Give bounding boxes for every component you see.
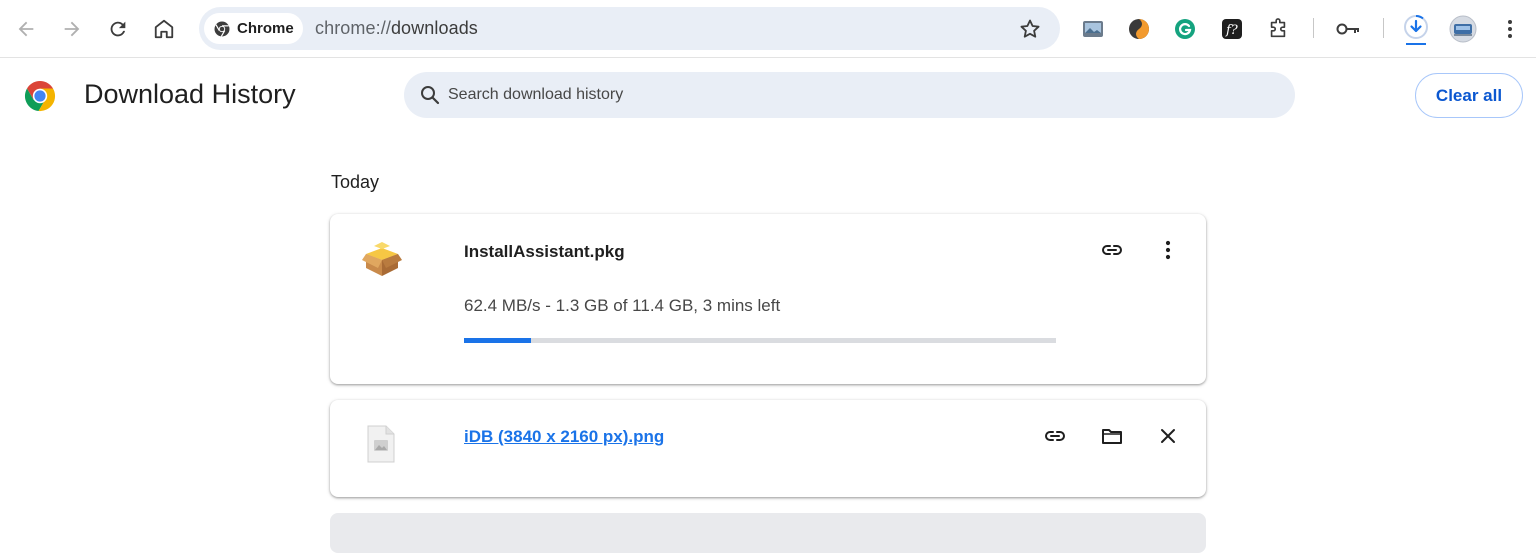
download-status: 62.4 MB/s - 1.3 GB of 11.4 GB, 3 mins le…	[464, 296, 781, 315]
address-bar[interactable]: Chrome chrome://downloads	[199, 7, 1060, 50]
package-icon	[360, 238, 404, 282]
url-text[interactable]: chrome://downloads	[315, 18, 478, 39]
search-input[interactable]	[448, 72, 1268, 118]
site-chip-label: Chrome	[237, 20, 294, 37]
download-item: iDB (3840 x 2160 px).png	[330, 400, 1206, 497]
arrow-left-icon	[18, 21, 34, 37]
extension-grammarly-button[interactable]	[1171, 15, 1199, 43]
show-in-folder-button[interactable]	[1096, 420, 1128, 452]
close-icon	[1161, 429, 1175, 443]
download-item	[330, 513, 1206, 553]
toolbar-separator	[1313, 18, 1314, 38]
home-icon	[154, 19, 174, 39]
folder-icon	[1102, 429, 1122, 444]
profile-avatar-button[interactable]	[1449, 15, 1477, 43]
date-heading: Today	[331, 172, 380, 192]
search-box[interactable]	[404, 72, 1295, 118]
file-name: InstallAssistant.pkg	[464, 242, 625, 261]
passwords-button[interactable]	[1334, 15, 1362, 43]
more-actions-button[interactable]	[1152, 234, 1184, 266]
download-progress-bar	[464, 338, 1056, 343]
star-icon	[1020, 19, 1040, 38]
s-extension-icon	[1129, 19, 1149, 39]
more-vert-icon	[1508, 20, 1512, 38]
key-icon	[1336, 23, 1359, 35]
extensions-menu-button[interactable]	[1264, 15, 1292, 43]
file-link[interactable]: iDB (3840 x 2160 px).png	[464, 427, 664, 447]
forward-button[interactable]	[56, 13, 88, 45]
chrome-menu-button[interactable]	[1496, 15, 1524, 43]
download-item: InstallAssistant.pkg 62.4 MB/s - 1.3 GB …	[330, 214, 1206, 384]
back-button[interactable]	[10, 13, 42, 45]
search-icon	[421, 86, 440, 105]
more-vert-icon	[1165, 240, 1171, 260]
puzzle-icon	[1270, 18, 1286, 38]
url-host: downloads	[390, 18, 478, 38]
downloads-button[interactable]	[1402, 14, 1430, 45]
grammarly-icon	[1175, 19, 1195, 39]
chrome-logo-icon	[24, 80, 56, 112]
remove-button[interactable]	[1152, 420, 1184, 452]
svg-text:f?: f?	[1225, 23, 1239, 38]
copy-link-button[interactable]	[1039, 420, 1071, 452]
url-scheme: chrome://	[315, 18, 391, 38]
screenshot-extension-icon	[1083, 21, 1103, 37]
chrome-icon	[214, 21, 230, 37]
arrow-right-icon	[64, 21, 80, 37]
avatar	[1449, 15, 1477, 43]
extension-s-button[interactable]	[1125, 15, 1153, 43]
download-progress-icon	[1404, 14, 1428, 45]
browser-toolbar: Chrome chrome://downloads f?	[0, 0, 1536, 58]
copy-link-icon	[1045, 431, 1065, 441]
toolbar-separator	[1383, 18, 1384, 38]
copy-link-icon	[1102, 245, 1122, 255]
clear-all-button[interactable]: Clear all	[1415, 73, 1523, 118]
home-button[interactable]	[148, 13, 180, 45]
image-file-icon	[364, 424, 408, 468]
reload-button[interactable]	[102, 13, 134, 45]
copy-link-button[interactable]	[1096, 234, 1128, 266]
function-extension-icon: f?	[1222, 19, 1242, 39]
page-title: Download History	[84, 79, 296, 109]
extension-screenshot-button[interactable]	[1079, 15, 1107, 43]
extension-function-button[interactable]: f?	[1218, 15, 1246, 43]
download-progress-fill	[464, 338, 532, 343]
bookmark-button[interactable]	[1018, 17, 1042, 41]
reload-icon	[110, 21, 126, 37]
site-chip[interactable]: Chrome	[204, 13, 303, 44]
